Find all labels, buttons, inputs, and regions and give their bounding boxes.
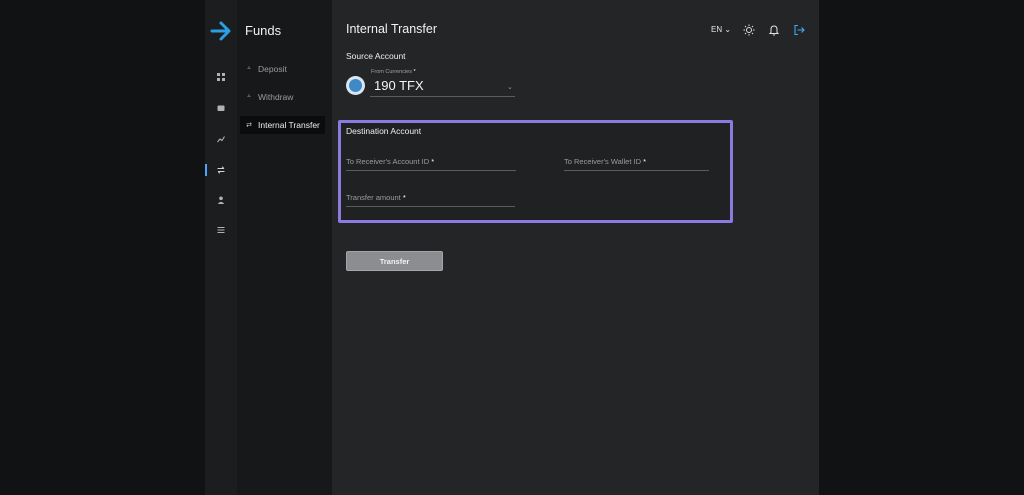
nav-item-label: Withdraw: [258, 92, 294, 102]
nav-item-internal-transfer[interactable]: ⇄ Internal Transfer: [240, 116, 325, 134]
nav-item-deposit[interactable]: ⩡ Deposit: [240, 60, 325, 78]
wallet-icon[interactable]: [216, 103, 226, 113]
language-label: EN: [711, 25, 723, 34]
nav-item-label: Internal Transfer: [258, 120, 320, 130]
transfer-icon[interactable]: [216, 165, 226, 175]
field-label: To Receiver's Wallet ID *: [564, 157, 647, 166]
theme-sun-icon[interactable]: [743, 24, 755, 36]
receiver-wallet-id-field[interactable]: To Receiver's Wallet ID *: [564, 155, 709, 171]
rail-active-indicator: [205, 164, 207, 176]
transfer-amount-field[interactable]: Transfer amount *: [346, 191, 515, 207]
arrow-right-icon[interactable]: [210, 20, 232, 42]
from-currencies-label: From Currencies *: [371, 69, 416, 75]
list-icon[interactable]: [216, 225, 226, 235]
withdraw-icon: ⩡: [247, 93, 251, 100]
page-title: Internal Transfer: [346, 22, 438, 36]
dashboard-icon[interactable]: [216, 72, 226, 82]
user-icon[interactable]: [216, 195, 226, 205]
language-selector[interactable]: EN ⌄: [711, 25, 731, 34]
nav-item-label: Deposit: [258, 64, 287, 74]
receiver-account-id-field[interactable]: To Receiver's Account ID *: [346, 155, 516, 171]
chart-icon[interactable]: [216, 134, 226, 144]
field-label: To Receiver's Account ID *: [346, 157, 435, 166]
field-label: Transfer amount *: [346, 193, 406, 202]
swap-icon: ⇄: [246, 122, 252, 129]
logout-icon[interactable]: [793, 24, 805, 36]
transfer-button[interactable]: Transfer: [346, 251, 443, 271]
app-title: Funds: [245, 23, 282, 38]
destination-account-label: Destination Account: [346, 126, 422, 136]
bell-icon[interactable]: [768, 24, 780, 36]
tfx-coin-icon: [346, 76, 365, 95]
deposit-icon: ⩡: [247, 65, 251, 72]
source-account-label: Source Account: [346, 51, 406, 61]
chevron-down-icon[interactable]: ⌄: [507, 83, 513, 91]
nav-item-withdraw[interactable]: ⩡ Withdraw: [240, 88, 325, 106]
currency-value: 190 TFX: [374, 78, 424, 93]
